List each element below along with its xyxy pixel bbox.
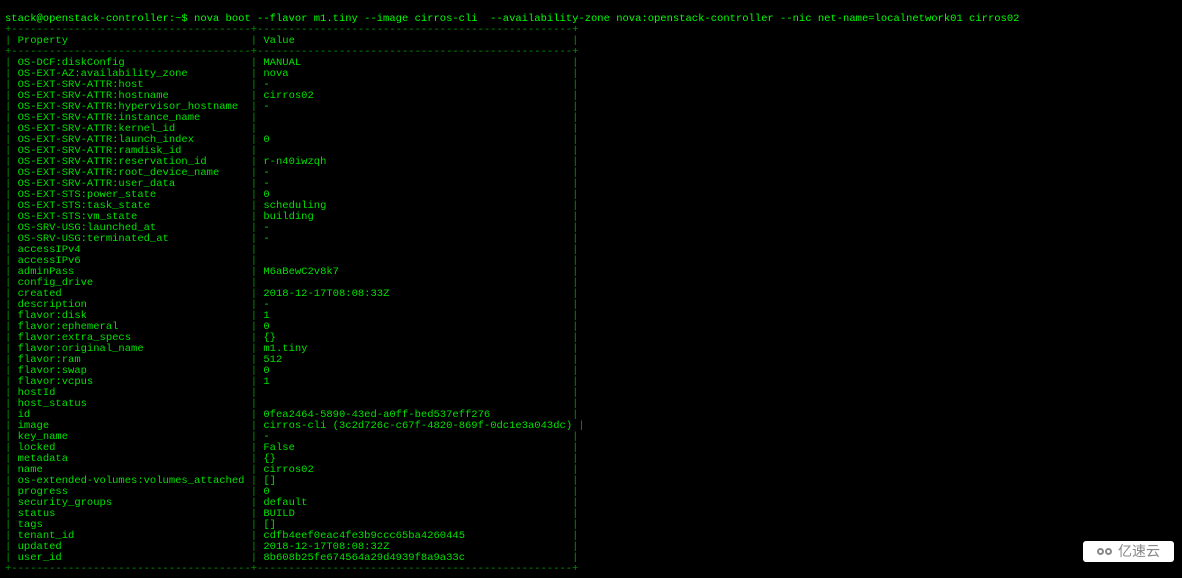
watermark-logo-icon	[1097, 548, 1112, 555]
terminal-output[interactable]: stack@openstack-controller:~$ nova boot …	[0, 0, 1182, 578]
table-border-bottom: +--------------------------------------+…	[5, 563, 578, 575]
table-body: | OS-DCF:diskConfig | MANUAL | | OS-EXT-…	[5, 58, 1177, 564]
watermark-badge: 亿速云	[1083, 541, 1174, 562]
watermark-text: 亿速云	[1118, 546, 1160, 557]
